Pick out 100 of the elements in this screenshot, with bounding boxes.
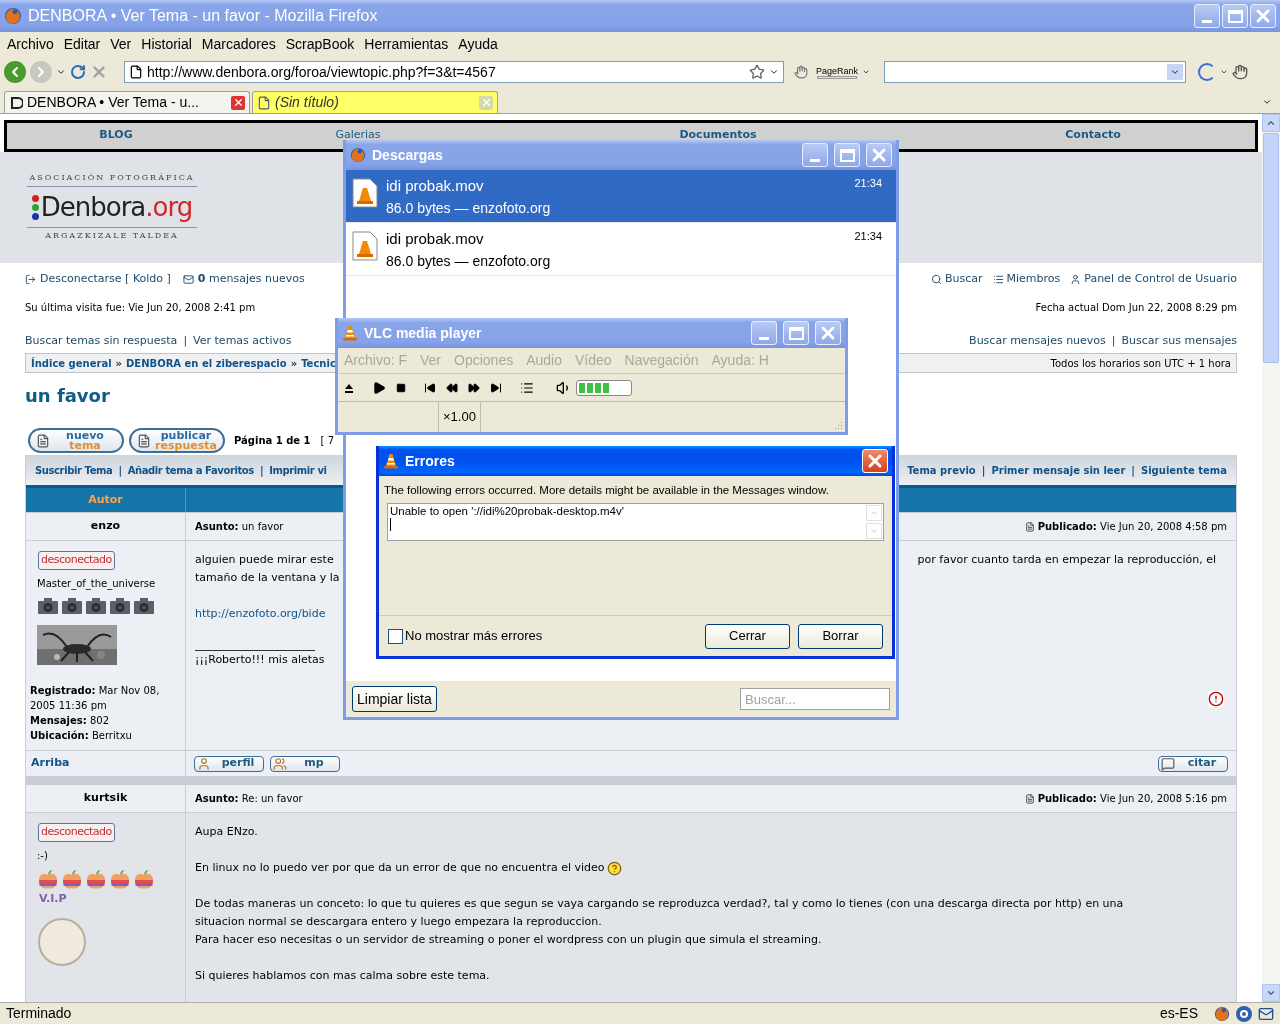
post-icon: [1024, 521, 1035, 532]
play-icon[interactable]: [372, 380, 386, 395]
top-link[interactable]: Arriba: [31, 755, 70, 772]
maximize-icon: [788, 326, 804, 340]
topic-link[interactable]: Primer mensaje sin leer: [991, 462, 1126, 478]
post-link[interactable]: http://enzofoto.org/bide: [195, 607, 326, 620]
history-dropdown-icon[interactable]: [56, 67, 66, 77]
pagerank-dropdown-icon[interactable]: [862, 68, 871, 76]
maximize-button[interactable]: [1222, 4, 1248, 28]
eject-icon[interactable]: [344, 382, 354, 393]
search-link[interactable]: Buscar mensajes nuevos: [969, 332, 1106, 350]
mail-icon[interactable]: [1258, 1005, 1274, 1022]
topic-link[interactable]: Añadir tema a Favoritos: [127, 462, 254, 478]
post-action-button[interactable]: mp: [270, 755, 340, 772]
maximize-button[interactable]: [834, 143, 860, 167]
dropdown-icon[interactable]: [769, 67, 779, 77]
site-nav-link[interactable]: BLOG: [99, 127, 133, 144]
previous-icon[interactable]: [424, 381, 436, 394]
search-link[interactable]: Ver temas activos: [193, 332, 292, 350]
error-text: Unable to open '://idi%20probak-desktop.m4v': [390, 505, 624, 518]
post-text: De todas maneras un conceto: lo que tu quieres es que segun se vaya cargando se reproduzca verdad?, tal y como lo tienes (con una descarga directa por http) en una: [195, 896, 1124, 912]
minimize-button[interactable]: [1194, 4, 1220, 28]
search-field[interactable]: Buscar...: [740, 688, 890, 710]
topic-link[interactable]: Tema previo: [907, 462, 976, 478]
scroll-down-icon[interactable]: [1266, 988, 1276, 998]
next-icon[interactable]: [490, 381, 502, 394]
post-text: alguien puede mirar este: [195, 552, 334, 568]
browser-tab[interactable]: (Sin título): [252, 91, 498, 113]
playlist-icon[interactable]: [520, 380, 534, 395]
hand-icon[interactable]: [1232, 64, 1249, 80]
breadcrumb-separator: »: [115, 356, 123, 371]
checkbox[interactable]: [388, 628, 403, 644]
stop-icon[interactable]: [396, 382, 406, 393]
maximize-button[interactable]: [783, 321, 809, 345]
post-action-button[interactable]: perfil: [194, 755, 264, 772]
tab-close-icon[interactable]: [231, 95, 245, 110]
site-nav-link[interactable]: Documentos: [679, 127, 757, 144]
rewind-icon[interactable]: [446, 381, 458, 394]
download-item[interactable]: idi probak.mov 86.0 bytes — enzofoto.org 21:34: [346, 170, 896, 223]
menu-item[interactable]: Editar: [58, 33, 106, 55]
search-link[interactable]: Buscar sus mensajes: [1121, 332, 1237, 350]
new-messages-link[interactable]: 0 mensajes nuevos: [197, 271, 305, 288]
menu-item[interactable]: Marcadores: [196, 33, 281, 55]
search-link[interactable]: Buscar temas sin respuesta: [25, 332, 178, 350]
url-field[interactable]: http://www.denbora.org/foroa/viewtopic.php?f=3&t=4567: [124, 61, 784, 83]
dialog-button[interactable]: Borrar: [798, 623, 883, 649]
menu-item[interactable]: Ver: [105, 33, 137, 55]
topic-link[interactable]: Siguiente tema: [1141, 462, 1227, 478]
logo-text: Denbora.org: [40, 191, 193, 225]
search-field[interactable]: [884, 61, 1187, 83]
dialog-button[interactable]: Cerrar: [705, 623, 790, 649]
breadcrumb-link[interactable]: Tecnic: [301, 355, 336, 371]
site-nav-link[interactable]: Galerias: [335, 127, 381, 144]
dropdown-icon[interactable]: [1170, 67, 1181, 77]
clear-list-button[interactable]: Limpiar lista: [352, 686, 437, 712]
user-rank: Master_of_the_universe: [37, 576, 156, 591]
close-button[interactable]: [866, 143, 892, 167]
speed-indicator: ×1.00: [438, 402, 481, 432]
reload-button[interactable]: [70, 64, 86, 80]
user-menu-link[interactable]: Panel de Control de Usuario: [1084, 271, 1237, 288]
apple-icon: [133, 868, 155, 891]
breadcrumb-link[interactable]: Índice general: [31, 355, 112, 371]
menu-item[interactable]: Historial: [136, 33, 197, 55]
menu-item[interactable]: ScrapBook: [280, 33, 360, 55]
dropdown-icon[interactable]: [1220, 68, 1229, 76]
page-icon: [129, 65, 143, 79]
scrollbar[interactable]: [1262, 114, 1280, 1002]
star-icon[interactable]: [749, 64, 765, 80]
tab-list-icon[interactable]: [1262, 97, 1272, 107]
site-nav-link[interactable]: Contacto: [1065, 127, 1121, 144]
post-text: ¡¡¡Roberto!!! mis aletas: [195, 652, 325, 668]
camera-icon: [133, 596, 155, 615]
user-menu-link[interactable]: Miembros: [1006, 271, 1061, 288]
back-button[interactable]: [4, 61, 26, 83]
fast-forward-icon[interactable]: [468, 381, 480, 394]
locale-indicator: es-ES: [1159, 1004, 1199, 1023]
browser-tab[interactable]: DENBORA • Ver Tema - u...: [4, 91, 250, 113]
menu-item[interactable]: Ayuda: [453, 33, 503, 55]
scrollbar-thumb[interactable]: [1263, 133, 1279, 363]
minimize-button[interactable]: [802, 143, 828, 167]
forum-action-button[interactable]: publicar respuesta: [129, 428, 225, 453]
forum-action-button[interactable]: nuevo tema: [28, 428, 124, 453]
scroll-up-icon[interactable]: [1266, 118, 1276, 128]
close-button[interactable]: [815, 321, 841, 345]
logout-link[interactable]: Desconectarse [ Koldo ]: [40, 271, 171, 288]
topic-link[interactable]: Suscribir Tema: [35, 462, 113, 478]
checkbox-label: No mostrar más errores: [405, 627, 543, 646]
tool-icon[interactable]: [794, 65, 808, 79]
post-date: Publicado: Vie Jun 20, 2008 5:16 pm: [1037, 792, 1227, 806]
topic-link[interactable]: Imprimir vi: [269, 462, 327, 478]
volume-slider[interactable]: [576, 379, 632, 396]
close-button[interactable]: [1250, 4, 1276, 28]
menu-item[interactable]: Archivo: [2, 33, 59, 55]
download-info: 86.0 bytes — enzofoto.org: [386, 251, 552, 271]
report-icon[interactable]: [1208, 691, 1224, 707]
post-action-button[interactable]: citar: [1158, 755, 1228, 772]
minimize-button[interactable]: [751, 321, 777, 345]
breadcrumb-link[interactable]: DENBORA en el ziberespacio: [126, 355, 287, 371]
user-menu-link[interactable]: Buscar: [944, 271, 983, 288]
menu-item[interactable]: Herramientas: [359, 33, 454, 55]
